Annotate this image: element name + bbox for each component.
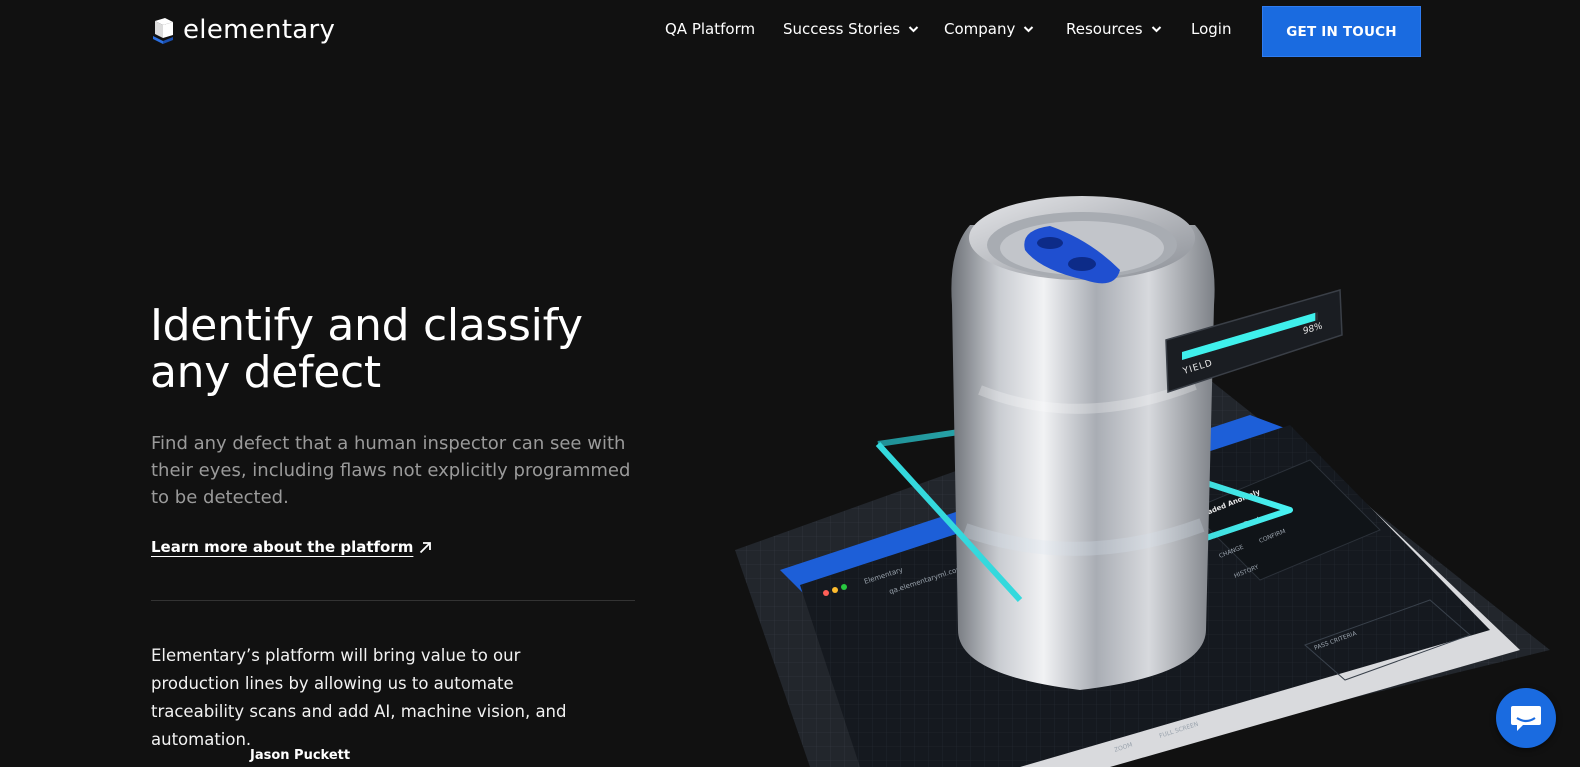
chat-bubble-icon xyxy=(1511,706,1541,731)
aluminum-can xyxy=(951,196,1215,690)
learn-more-label: Learn more about the platform xyxy=(151,538,414,556)
hero-title-line2: any defect xyxy=(150,347,381,398)
nav-label: Login xyxy=(1191,20,1232,38)
testimonial-quote: Elementary’s platform will bring value t… xyxy=(151,646,567,749)
divider xyxy=(151,600,635,601)
hero-title: Identify and classify any defect xyxy=(150,302,670,396)
main-nav: QA Platform Success Stories Company Reso… xyxy=(0,0,1580,62)
nav-label: QA Platform xyxy=(665,20,756,38)
chevron-down-icon xyxy=(908,26,919,33)
testimonial-author: Jason Puckett xyxy=(250,748,351,763)
chevron-down-icon xyxy=(1151,26,1161,33)
hero-subtitle: Find any defect that a human inspector c… xyxy=(151,433,631,508)
hero-title-line1: Identify and classify xyxy=(150,300,583,351)
learn-more-link[interactable]: Learn more about the platform xyxy=(151,538,432,556)
nav-label: Success Stories xyxy=(783,20,901,38)
get-in-touch-button[interactable]: GET IN TOUCH xyxy=(1262,6,1421,57)
chevron-down-icon xyxy=(1024,26,1034,33)
hero-illustration: Elementary qa.elementaryml.com Graded An… xyxy=(735,196,1550,767)
nav-login[interactable]: Login xyxy=(1191,20,1231,38)
nav-label: Resources xyxy=(1066,20,1143,38)
nav-label: Company xyxy=(944,20,1016,38)
chat-button[interactable] xyxy=(1496,688,1556,748)
arrow-up-right-icon xyxy=(420,541,432,553)
nav-qa-platform[interactable]: QA Platform xyxy=(665,20,755,38)
nav-resources[interactable]: Resources xyxy=(1066,20,1162,38)
nav-company[interactable]: Company xyxy=(944,20,1034,38)
nav-success-stories[interactable]: Success Stories xyxy=(783,20,919,38)
